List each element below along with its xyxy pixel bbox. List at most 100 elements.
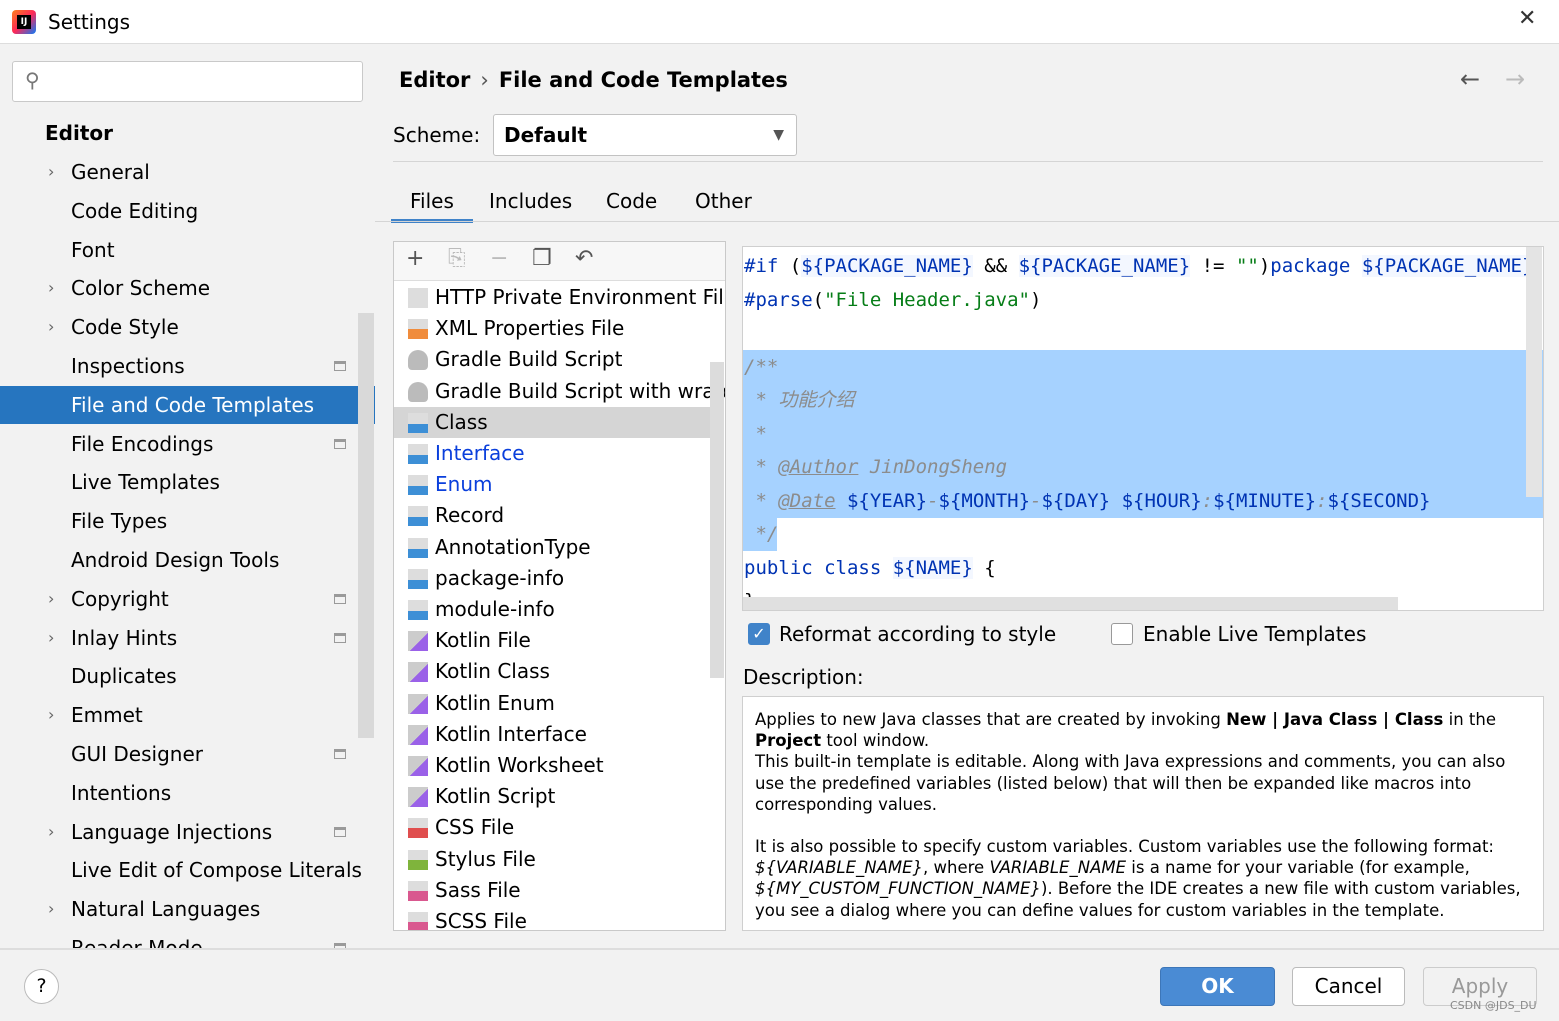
reformat-checkbox[interactable]: ✓ (748, 623, 770, 645)
sidebar-item[interactable]: Inspections (0, 347, 375, 385)
sidebar-item[interactable]: Live Templates (0, 463, 375, 501)
editor-vertical-scrollbar[interactable] (1526, 247, 1542, 497)
chevron-right-icon[interactable]: › (48, 153, 54, 191)
sidebar-item[interactable]: Android Design Tools (0, 541, 375, 579)
code-line[interactable]: */ (744, 517, 778, 551)
search-input[interactable]: ⚲ (12, 61, 363, 102)
reformat-label[interactable]: Reformat according to style (779, 622, 1056, 646)
sidebar-item[interactable]: › General (0, 153, 375, 191)
template-item[interactable]: module-info (394, 594, 710, 625)
sidebar-item[interactable]: › Emmet (0, 696, 375, 734)
template-item[interactable]: package-info (394, 563, 710, 594)
code-line[interactable]: #if (${PACKAGE_NAME} && ${PACKAGE_NAME} … (744, 249, 1543, 283)
template-item[interactable]: Enum (394, 469, 710, 500)
desc-text: in the (1443, 710, 1496, 729)
close-icon[interactable]: ✕ (1518, 6, 1536, 31)
chevron-right-icon[interactable]: › (48, 308, 54, 346)
template-item[interactable]: HTTP Private Environment File (394, 282, 725, 313)
sidebar-item[interactable]: › Code Style (0, 308, 375, 346)
chevron-right-icon[interactable]: › (48, 890, 54, 928)
template-editor[interactable]: #if (${PACKAGE_NAME} && ${PACKAGE_NAME} … (742, 246, 1544, 611)
sidebar-item[interactable]: Live Edit of Compose Literals (0, 851, 375, 889)
sidebar-item-label: Android Design Tools (71, 548, 280, 572)
template-item[interactable]: Kotlin Worksheet (394, 750, 710, 781)
sidebar-item[interactable]: › Natural Languages (0, 890, 375, 928)
code-line[interactable]: * @Date ${YEAR}-${MONTH}-${DAY} ${HOUR}:… (744, 484, 1430, 518)
arrow-left-icon[interactable]: ← (1460, 65, 1480, 93)
sidebar-item-label: Copyright (71, 586, 169, 611)
java-file-icon (408, 475, 428, 496)
sidebar-item[interactable]: › Color Scheme (0, 269, 375, 307)
sidebar-section-editor[interactable]: Editor (45, 121, 113, 145)
code-line[interactable]: * @Author JinDongSheng (744, 450, 1007, 484)
tab-other[interactable]: Other (676, 185, 771, 223)
sidebar-item[interactable]: › Inlay Hints (0, 619, 375, 657)
add-icon[interactable]: + (406, 246, 424, 271)
template-label: Kotlin Enum (435, 690, 555, 715)
template-item[interactable]: Gradle Build Script with wrapper (394, 376, 725, 407)
sidebar-item[interactable]: File Types (0, 502, 375, 540)
arrow-right-icon[interactable]: → (1505, 65, 1525, 93)
sidebar-item[interactable]: GUI Designer (0, 735, 375, 773)
remove-icon[interactable]: − (490, 246, 508, 271)
scheme-label: Scheme: (393, 123, 481, 147)
sidebar-item[interactable]: Duplicates (0, 657, 375, 695)
code-line[interactable]: /** (744, 350, 778, 384)
chevron-right-icon[interactable]: › (48, 696, 54, 734)
live-templates-checkbox[interactable] (1111, 623, 1133, 645)
tab-files[interactable]: Files (391, 185, 473, 223)
chevron-right-icon[interactable]: › (48, 813, 54, 851)
template-item[interactable]: Kotlin Script (394, 781, 710, 812)
list-scrollbar[interactable] (710, 362, 724, 678)
template-item[interactable]: Kotlin Interface (394, 719, 710, 750)
template-item[interactable]: Stylus File (394, 844, 710, 875)
template-item[interactable]: Kotlin Enum (394, 688, 710, 719)
sidebar-item[interactable]: › Copyright (0, 580, 375, 618)
cancel-button[interactable]: Cancel (1292, 967, 1405, 1006)
duplicate-icon[interactable]: ❐ (532, 246, 552, 271)
sidebar-item[interactable]: File and Code Templates (0, 385, 375, 424)
template-item[interactable]: Interface (394, 438, 710, 469)
template-item[interactable]: Kotlin Class (394, 656, 710, 687)
sidebar-item[interactable]: Code Editing (0, 192, 375, 230)
template-item[interactable]: CSS File (394, 812, 710, 843)
reset-icon[interactable]: ↶ (575, 246, 593, 271)
sidebar-item[interactable]: Intentions (0, 774, 375, 812)
tab-includes[interactable]: Includes (470, 185, 591, 223)
chevron-right-icon[interactable]: › (48, 580, 54, 618)
sidebar-item[interactable]: › Language Injections (0, 813, 375, 851)
template-label: CSS File (435, 815, 515, 840)
sidebar-scrollbar[interactable] (358, 313, 374, 738)
template-item[interactable]: Record (394, 500, 710, 531)
ok-button[interactable]: OK (1160, 967, 1275, 1006)
sidebar-item[interactable]: Font (0, 231, 375, 269)
live-templates-label[interactable]: Enable Live Templates (1143, 622, 1366, 646)
code-line[interactable]: public class ${NAME} { (744, 551, 996, 585)
java-file-icon (408, 412, 428, 433)
sidebar-item[interactable]: Reader Mode (0, 929, 375, 948)
code-line[interactable]: * (744, 417, 766, 451)
template-item[interactable]: Gradle Build Script (394, 344, 710, 375)
sidebar-item[interactable]: File Encodings (0, 425, 375, 463)
editor-horizontal-scrollbar[interactable] (743, 597, 1398, 610)
template-item[interactable]: SCSS File (394, 906, 710, 930)
app-icon-letters: IJ (17, 15, 31, 29)
code-line[interactable]: * 功能介绍 (744, 383, 854, 417)
template-item[interactable]: XML Properties File (394, 313, 710, 344)
sidebar-item-label: Code Style (71, 315, 179, 340)
template-item[interactable]: AnnotationType (394, 532, 710, 563)
desc-text: It is also possible to specify custom va… (755, 837, 1494, 857)
breadcrumb-editor[interactable]: Editor (399, 68, 470, 92)
code-line[interactable]: #parse("File Header.java") (744, 283, 1041, 317)
scheme-dropdown[interactable]: Default ▼ (493, 114, 797, 156)
template-item[interactable]: Class (394, 406, 710, 438)
template-item[interactable]: Sass File (394, 875, 710, 906)
chevron-right-icon[interactable]: › (48, 269, 54, 307)
kotlin-file-icon (408, 724, 428, 745)
tab-code[interactable]: Code (587, 185, 676, 223)
chevron-right-icon[interactable]: › (48, 619, 54, 657)
copy-template-icon[interactable]: ⎘ (448, 246, 466, 271)
help-button[interactable]: ? (24, 969, 59, 1004)
sidebar-item-label: Natural Languages (71, 897, 261, 922)
template-item[interactable]: Kotlin File (394, 625, 710, 656)
